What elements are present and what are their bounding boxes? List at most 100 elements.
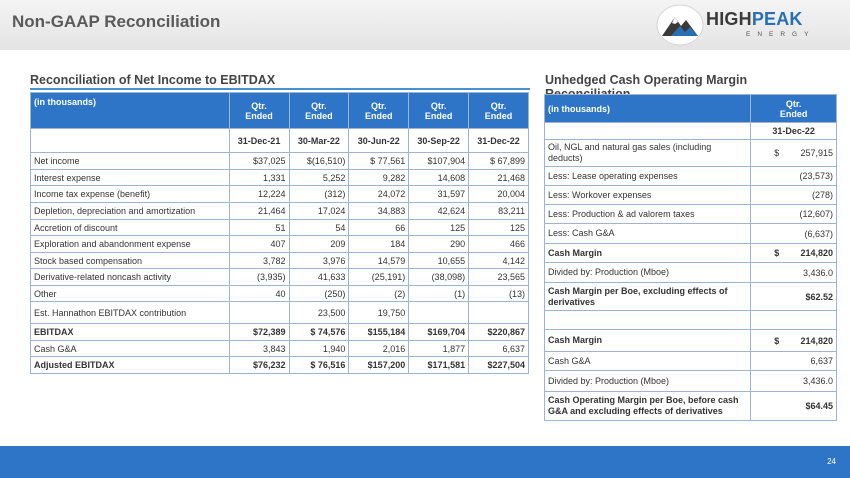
- table-row: Interest expense 1,331 5,252 9,282 14,608 21,…: [30, 169, 529, 186]
- row-value: 66: [348, 219, 410, 236]
- date-header: 31-Dec-22: [750, 122, 837, 140]
- table-row: Net income $37,025 $(16,510) $ 77,561 $107,9…: [30, 152, 529, 170]
- row-label: Divided by: Production (Mboe): [543, 370, 752, 392]
- row-value: $157,200: [348, 356, 410, 374]
- row-label: Cash Operating Margin per Boe, before ca…: [543, 391, 752, 421]
- row-label: Derivative-related noncash activity: [30, 268, 230, 286]
- cash-margin-reconciliation-table: (in thousands) Qtr. Ended 31-Dec-22 Oil, …: [543, 94, 837, 421]
- column-header: Qtr. Ended: [348, 92, 410, 129]
- currency-symbol: $: [774, 335, 780, 346]
- table-row: Cash G&A 3,843 1,940 2,016 1,877 6,637: [30, 340, 529, 357]
- row-value: 1,877: [408, 340, 470, 357]
- row-label: Depletion, depreciation and amortization: [30, 202, 230, 220]
- row-label: Other: [30, 285, 230, 302]
- row-value: 2,016: [348, 340, 410, 357]
- header-ended: Ended: [365, 110, 393, 121]
- row-value: 23,500: [288, 301, 350, 324]
- header-qtr: Qtr.: [371, 100, 387, 111]
- row-value: 83,211: [468, 202, 529, 220]
- row-value: 14,579: [348, 252, 410, 269]
- row-amount: (23,573): [799, 171, 833, 181]
- table-row: Cash Margin per Boe, excluding effects o…: [543, 282, 837, 311]
- row-value: 3,436.0: [750, 262, 837, 283]
- row-value: (6,637): [750, 223, 837, 244]
- row-value: [750, 310, 837, 330]
- column-header: Qtr. Ended: [750, 94, 837, 123]
- row-label: Stock based compensation: [30, 252, 230, 269]
- row-value: $171,581: [408, 356, 470, 374]
- row-value: 5,252: [288, 169, 350, 186]
- date-header: 30-Sep-22: [408, 128, 470, 153]
- row-value: 10,655: [408, 252, 470, 269]
- row-value: 6,637: [468, 340, 529, 357]
- table-row: Cash G&A 6,637: [543, 351, 837, 371]
- table-row: Divided by: Production (Mboe) 3,436.0: [543, 262, 837, 283]
- row-value: 1,331: [228, 169, 290, 186]
- row-value: (13): [468, 285, 529, 302]
- row-value: $107,904: [408, 152, 470, 170]
- currency-symbol: $: [774, 248, 780, 258]
- table-row: Cash Margin $214,820: [543, 329, 837, 352]
- row-amount: 3,436.0: [802, 267, 833, 278]
- table-row: [543, 310, 837, 330]
- table-row: Cash Operating Margin per Boe, before ca…: [543, 391, 837, 421]
- row-amount: (278): [811, 190, 833, 200]
- row-value: [228, 301, 290, 324]
- label-header: (in thousands): [30, 92, 230, 129]
- row-value: $ 76,516: [288, 356, 350, 374]
- row-value: $214,820: [750, 243, 837, 263]
- row-value: 40: [228, 285, 290, 302]
- date-header: 30-Jun-22: [348, 128, 410, 153]
- row-value: 20,004: [468, 185, 529, 203]
- table-row: EBITDAX $72,389 $ 74,576 $155,184 $169,704 $2…: [30, 323, 529, 341]
- row-amount: 214,820: [800, 335, 833, 346]
- logo-wordmark: HIGHPEAK: [706, 9, 803, 30]
- row-amount: 3,436.0: [802, 376, 833, 386]
- row-label: Divided by: Production (Mboe): [543, 262, 752, 283]
- row-value: 466: [468, 235, 529, 253]
- row-label: [543, 310, 752, 330]
- row-amount: $62.52: [805, 291, 833, 302]
- row-value: 6,637: [750, 351, 837, 371]
- header-bar: Non-GAAP Reconciliation HIGHPEAK ENERGY: [0, 0, 850, 50]
- column-header: Qtr. Ended: [468, 92, 529, 129]
- row-value: 31,597: [408, 185, 470, 203]
- row-value: $169,704: [408, 323, 470, 341]
- row-value: (2): [348, 285, 410, 302]
- row-value: $227,504: [468, 356, 529, 374]
- table-row: Cash Margin $214,820: [543, 243, 837, 263]
- date-header: 31-Dec-21: [228, 128, 290, 153]
- table-row: Adjusted EBITDAX $76,232 $ 76,516 $157,200 $…: [30, 356, 529, 374]
- table-header-row: (in thousands) Qtr. Ended: [543, 94, 837, 123]
- row-amount: 257,915: [800, 148, 833, 158]
- row-label: Est. Hannathon EBITDAX contribution: [30, 301, 230, 324]
- row-label: Net income: [30, 152, 230, 170]
- header-qtr: Qtr.: [430, 100, 447, 111]
- row-value: 14,608: [408, 169, 470, 186]
- row-value: [408, 301, 470, 324]
- header-ended: Ended: [305, 110, 333, 121]
- row-amount: 6,637: [810, 356, 833, 366]
- row-value: 21,468: [468, 169, 529, 186]
- row-label: Cash Margin: [543, 329, 752, 352]
- row-value: (278): [750, 185, 837, 205]
- row-value: 3,436.0: [750, 370, 837, 392]
- table-row: Accretion of discount 51 54 66 125 125: [30, 219, 529, 236]
- logo-text-high: HIGH: [706, 9, 752, 29]
- row-value: (25,191): [348, 268, 410, 286]
- row-label: EBITDAX: [30, 323, 230, 341]
- date-header: 31-Dec-22: [468, 128, 529, 153]
- row-label: Less: Lease operating expenses: [543, 166, 752, 186]
- table-row: Stock based compensation 3,782 3,976 14,579…: [30, 252, 529, 269]
- table-row: Less: Lease operating expenses (23,573): [543, 166, 837, 186]
- row-value: 290: [408, 235, 470, 253]
- row-value: 54: [288, 219, 350, 236]
- row-value: (23,573): [750, 166, 837, 186]
- row-label: Exploration and abandonment expense: [30, 235, 230, 253]
- row-value: (38,098): [408, 268, 470, 286]
- row-value: 4,142: [468, 252, 529, 269]
- row-value: 209: [288, 235, 350, 253]
- column-header: Qtr. Ended: [228, 92, 290, 129]
- row-value: 51: [228, 219, 290, 236]
- date-row: 31-Dec-21 30-Mar-22 30-Jun-22 30-Sep-22 …: [30, 128, 529, 153]
